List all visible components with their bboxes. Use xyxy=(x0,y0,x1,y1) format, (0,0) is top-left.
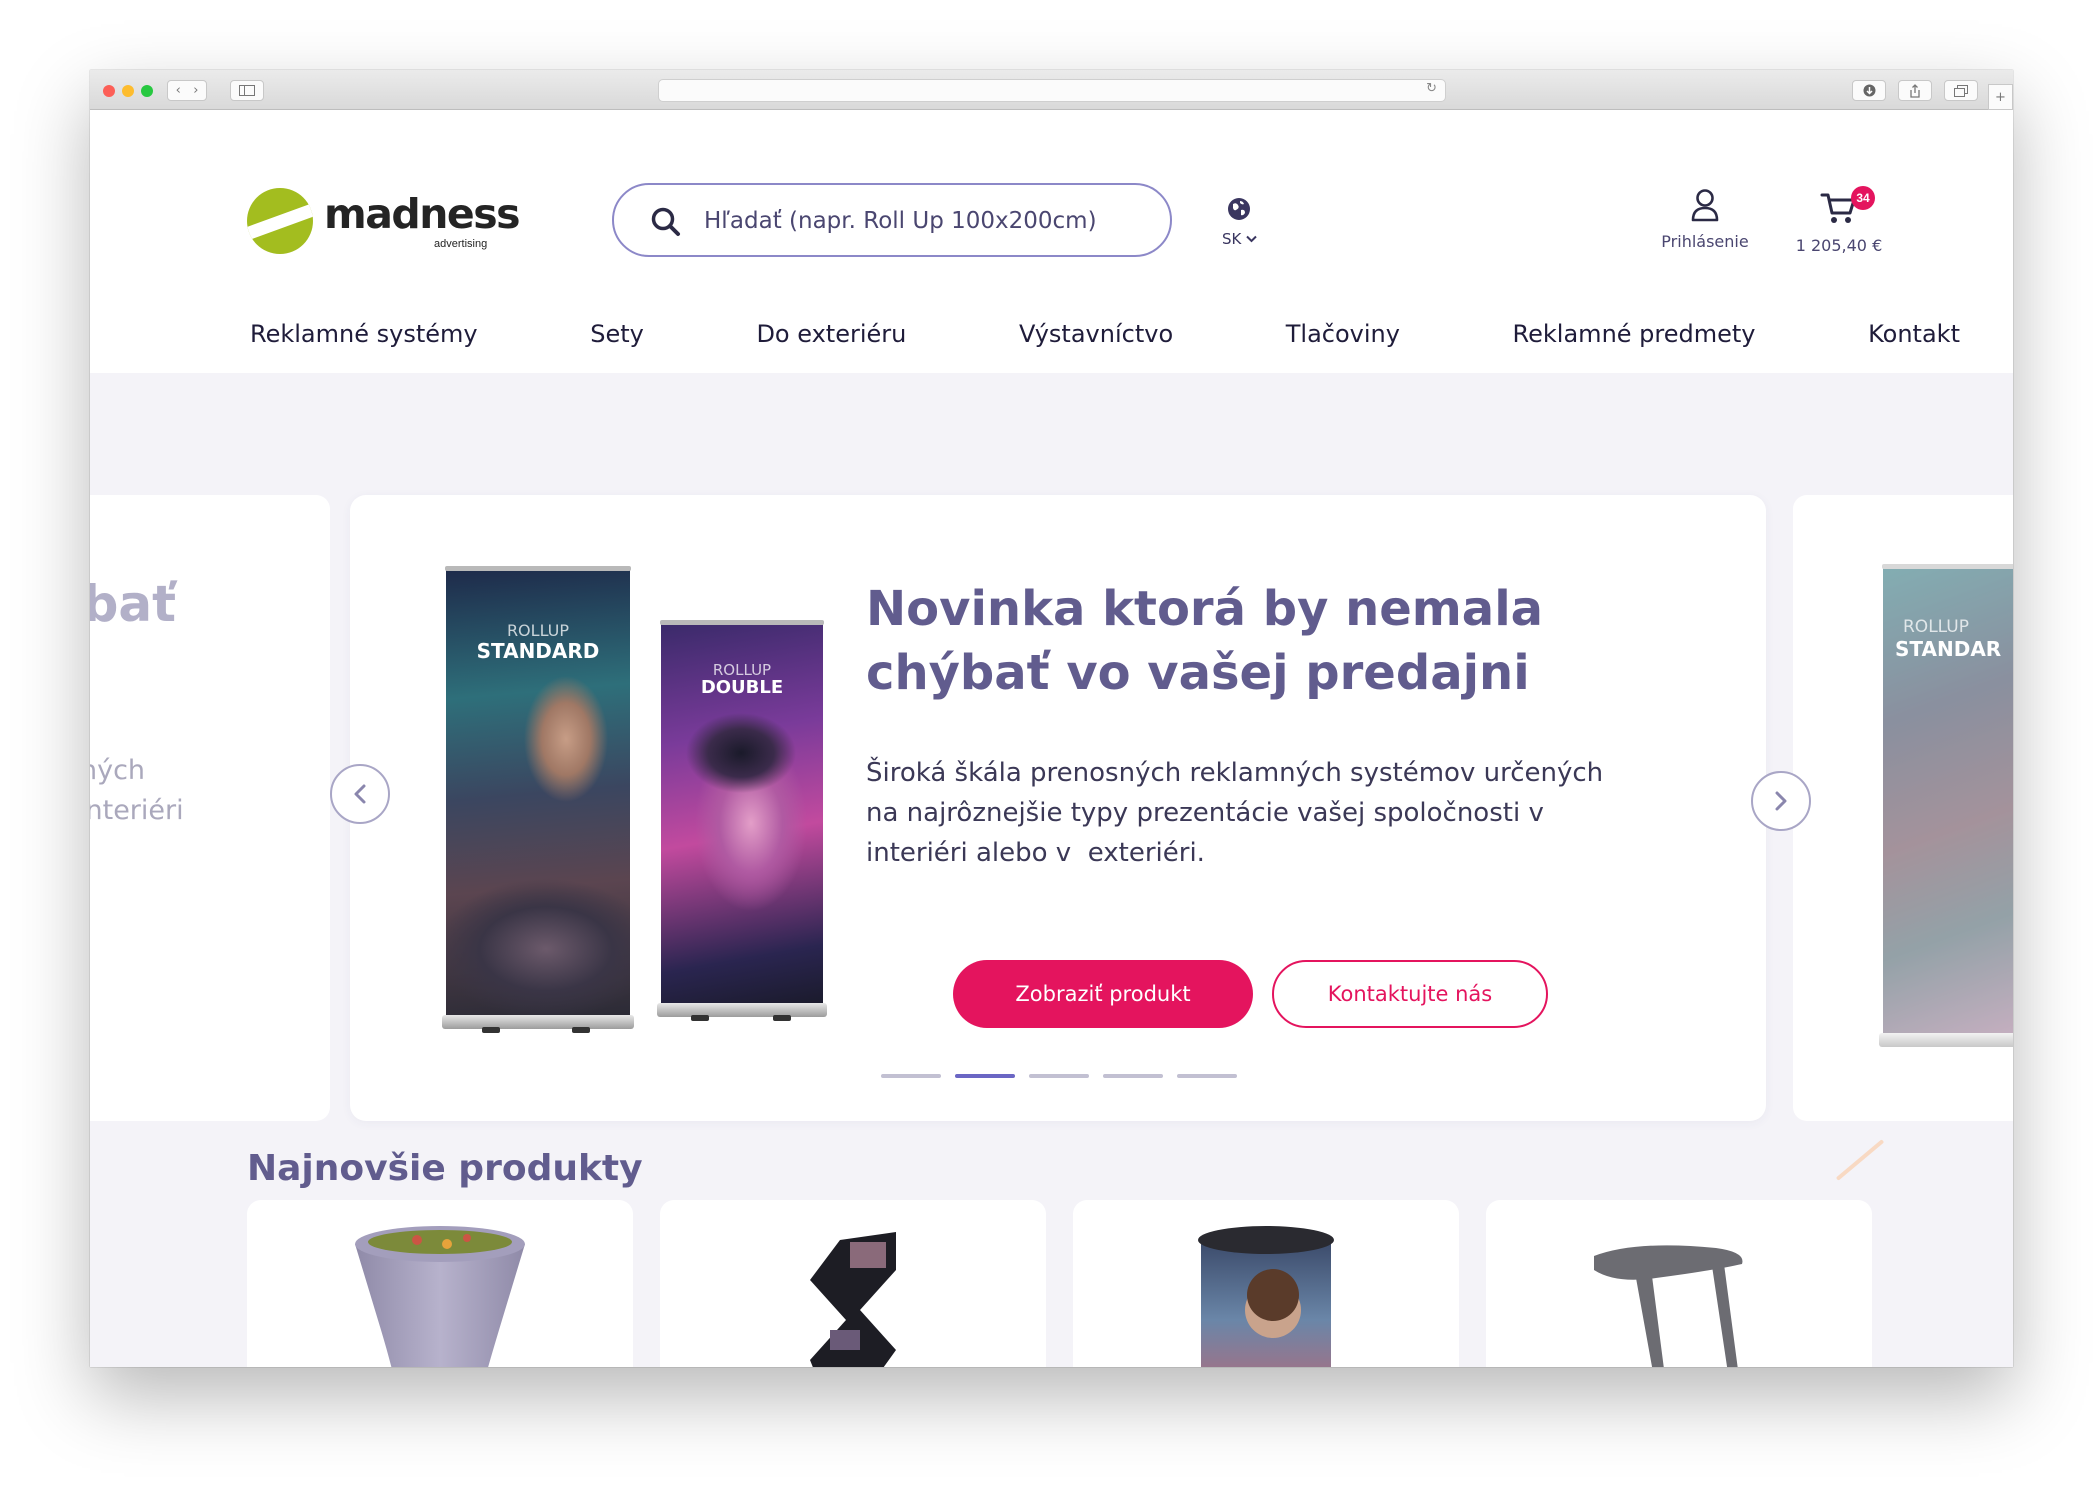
tabs-overview-button[interactable] xyxy=(1944,80,1978,101)
decorative-stroke xyxy=(1835,1139,1885,1181)
carousel-prev-button[interactable] xyxy=(330,764,390,824)
address-bar[interactable]: ↻ xyxy=(658,79,1446,102)
nav-item-reklamne-systemy[interactable]: Reklamné systémy xyxy=(250,320,478,360)
product-image-table-cover xyxy=(355,1226,525,1367)
language-switcher[interactable]: SK xyxy=(1215,196,1265,252)
contact-us-button[interactable]: Kontaktujte nás xyxy=(1272,960,1548,1028)
product-card[interactable] xyxy=(660,1200,1046,1367)
hero-description: Široká škála prenosných reklamných systé… xyxy=(866,758,1604,868)
carousel-indicator[interactable] xyxy=(1103,1074,1163,1078)
account-link[interactable]: Prihlásenie xyxy=(1650,188,1760,258)
tabs-icon xyxy=(1954,84,1968,97)
back-forward-buttons[interactable]: ‹ › xyxy=(167,80,207,101)
user-icon xyxy=(1691,189,1719,222)
language-code: SK xyxy=(1222,230,1242,248)
rollup-double-image: ROLLUP DOUBLE xyxy=(657,620,827,1027)
previous-slide-peek[interactable]: ýbať ných interiéri xyxy=(90,495,330,1121)
chevron-right-icon xyxy=(1775,791,1787,811)
maximize-window-button[interactable] xyxy=(141,85,153,97)
rollup-standard-line1: ROLLUP xyxy=(506,621,570,640)
globe-icon xyxy=(1228,198,1250,220)
product-image-bar-stool xyxy=(1594,1245,1743,1367)
next-slide-peek[interactable]: ROLLUP STANDAR xyxy=(1793,495,2013,1121)
cart-link[interactable]: 34 1 205,40 € xyxy=(1784,186,1894,258)
rollup-standard-line2: STANDARD xyxy=(476,639,600,663)
nav-item-vystavnictvo[interactable]: Výstavníctvo xyxy=(1019,320,1173,360)
browser-toolbar: ‹ › ↻ + xyxy=(90,70,2013,110)
chevron-left-icon xyxy=(354,784,366,804)
search-box xyxy=(612,183,1172,257)
logo[interactable]: madness advertising xyxy=(247,188,521,258)
carousel-indicator[interactable] xyxy=(1177,1074,1237,1078)
page: madness advertising SK xyxy=(90,110,2013,1367)
minimize-window-button[interactable] xyxy=(122,85,134,97)
back-icon[interactable]: ‹ xyxy=(176,83,181,98)
downloads-button[interactable] xyxy=(1852,80,1886,101)
nav-item-reklamne-predmety[interactable]: Reklamné predmety xyxy=(1513,320,1756,360)
share-button[interactable] xyxy=(1898,80,1932,101)
product-card[interactable] xyxy=(1073,1200,1459,1367)
share-icon xyxy=(1910,83,1920,98)
nav-item-sety[interactable]: Sety xyxy=(590,320,644,360)
search-icon[interactable] xyxy=(650,206,682,238)
download-icon xyxy=(1863,84,1875,97)
account-label: Prihlásenie xyxy=(1661,232,1749,251)
sidebar-toggle-button[interactable] xyxy=(230,80,264,101)
carousel-indicators xyxy=(881,1074,1261,1080)
browser-window: ‹ › ↻ + madness advertising Hľadať (napr… xyxy=(90,70,2013,1367)
reload-icon[interactable]: ↻ xyxy=(1426,81,1437,96)
rollup-double-line2: DOUBLE xyxy=(700,677,784,698)
nav-item-do-exterieru[interactable]: Do exteriéru xyxy=(756,320,906,360)
search-input[interactable] xyxy=(704,203,1144,239)
site-header: madness advertising SK xyxy=(90,110,2013,373)
rollup-standard-image: ROLLUP STANDARD xyxy=(442,566,634,1039)
forward-icon[interactable]: › xyxy=(193,83,198,98)
previous-slide-text: interiéri xyxy=(90,795,184,826)
new-tab-button[interactable]: + xyxy=(1988,84,2013,110)
logo-tagline: advertising xyxy=(434,238,488,250)
close-window-button[interactable] xyxy=(103,85,115,97)
carousel-indicator[interactable] xyxy=(881,1074,941,1078)
nav-item-kontakt[interactable]: Kontakt xyxy=(1868,320,1960,360)
logo-mark xyxy=(247,188,313,254)
chevron-down-icon xyxy=(1246,235,1257,243)
logo-wordmark: madness xyxy=(324,190,521,238)
section-title: Najnovšie produkty xyxy=(247,1148,643,1189)
previous-slide-text: ných xyxy=(90,755,146,786)
view-product-button[interactable]: Zobraziť produkt xyxy=(953,960,1253,1028)
product-card[interactable] xyxy=(1486,1200,1872,1367)
carousel-next-button[interactable] xyxy=(1751,771,1811,831)
product-card[interactable] xyxy=(247,1200,633,1367)
product-image-promo-counter xyxy=(1198,1226,1334,1367)
carousel-indicator[interactable] xyxy=(1029,1074,1089,1078)
product-image-brochure-stand xyxy=(810,1232,896,1367)
sidebar-icon xyxy=(239,85,255,96)
main-navigation: Reklamné systémy Sety Do exteriéru Výsta… xyxy=(250,320,1960,360)
hero-title: Novinka ktorá by nemala chýbať vo vašej … xyxy=(866,581,1544,701)
hero-slide: ROLLUP STANDARD ROLLUP DOUBLE Novinka kt… xyxy=(350,495,1766,1121)
plus-icon[interactable]: + xyxy=(1995,90,2006,105)
nav-item-tlacoviny[interactable]: Tlačoviny xyxy=(1286,320,1400,360)
carousel-indicator-active[interactable] xyxy=(955,1074,1015,1078)
previous-slide-title: ýbať xyxy=(90,575,177,633)
cart-total: 1 205,40 € xyxy=(1795,236,1883,255)
cart-count-badge: 34 xyxy=(1851,186,1875,210)
